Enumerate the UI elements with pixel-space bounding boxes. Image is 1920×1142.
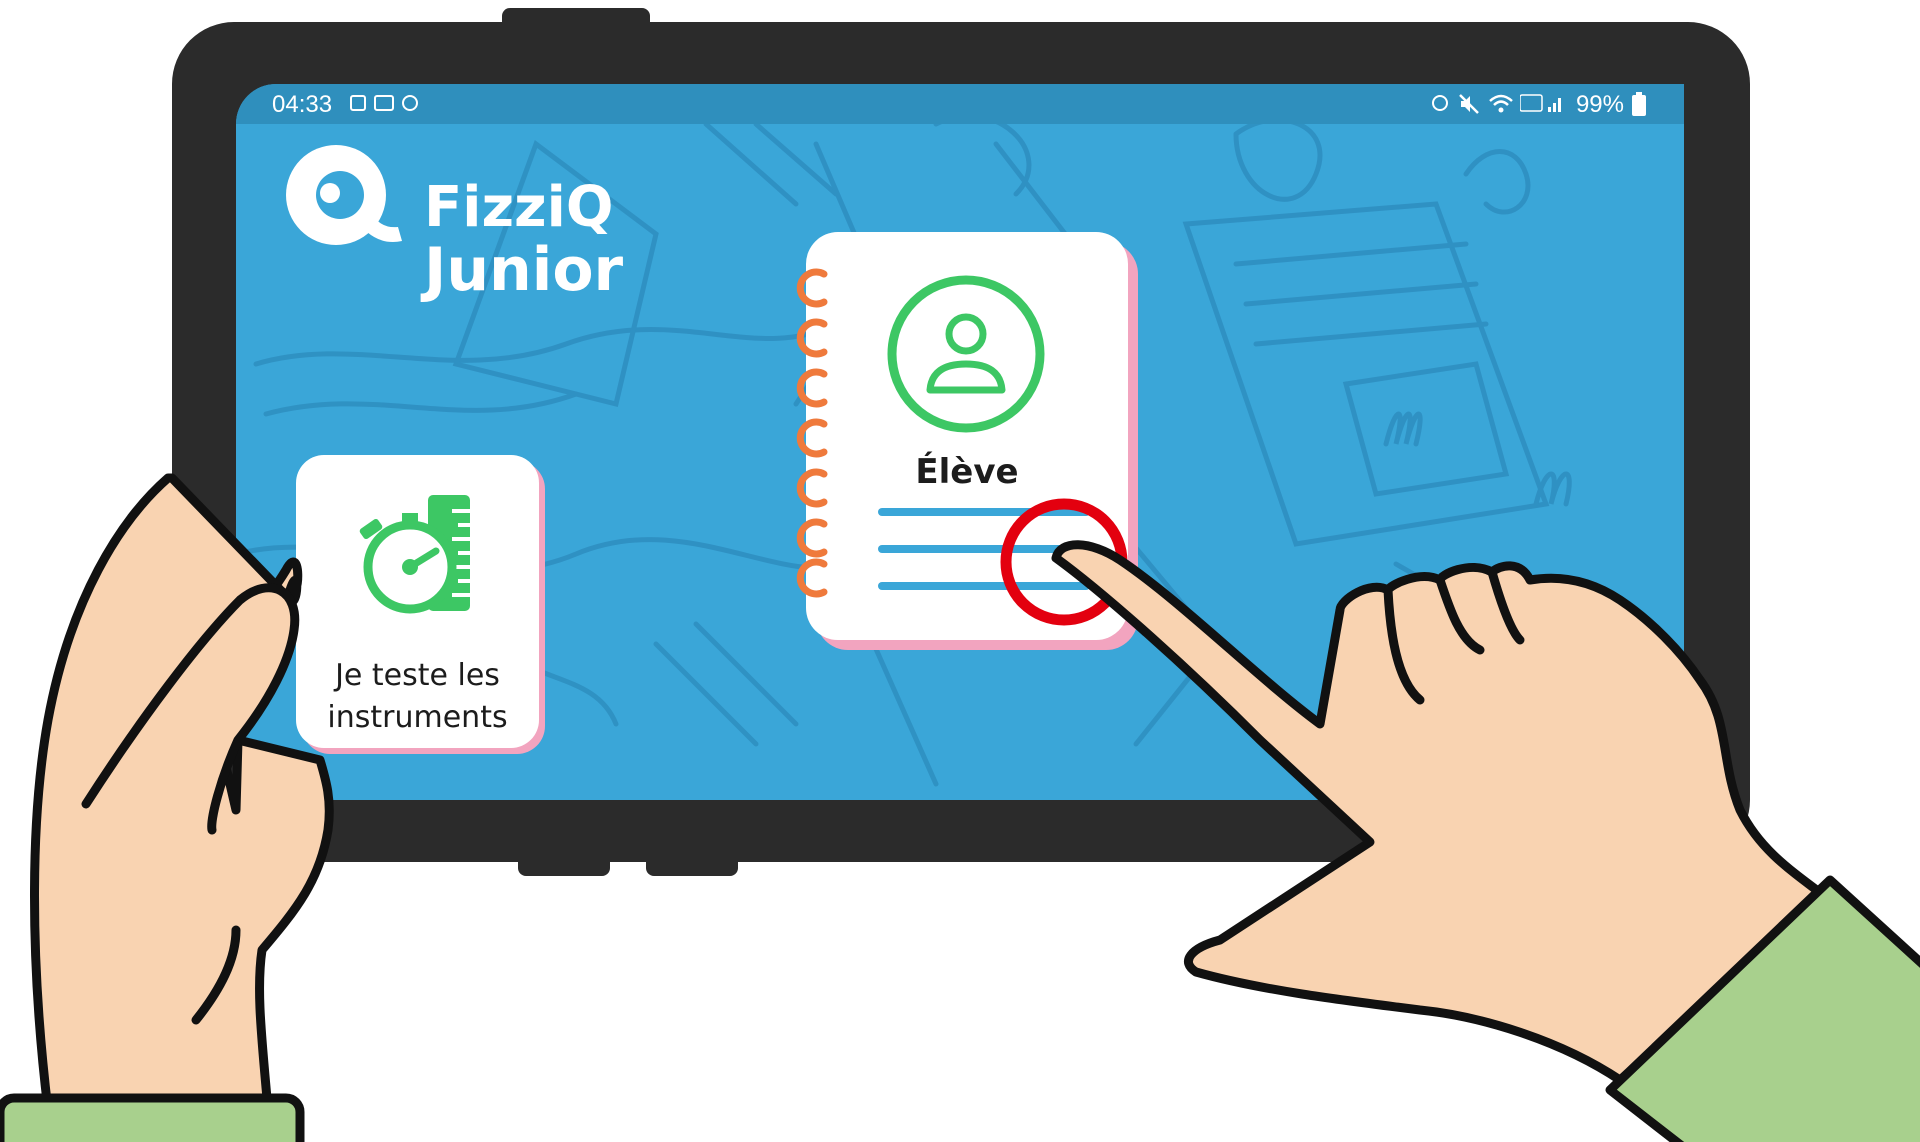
hands-illustration <box>0 473 1920 1142</box>
left-sleeve <box>0 1093 305 1142</box>
